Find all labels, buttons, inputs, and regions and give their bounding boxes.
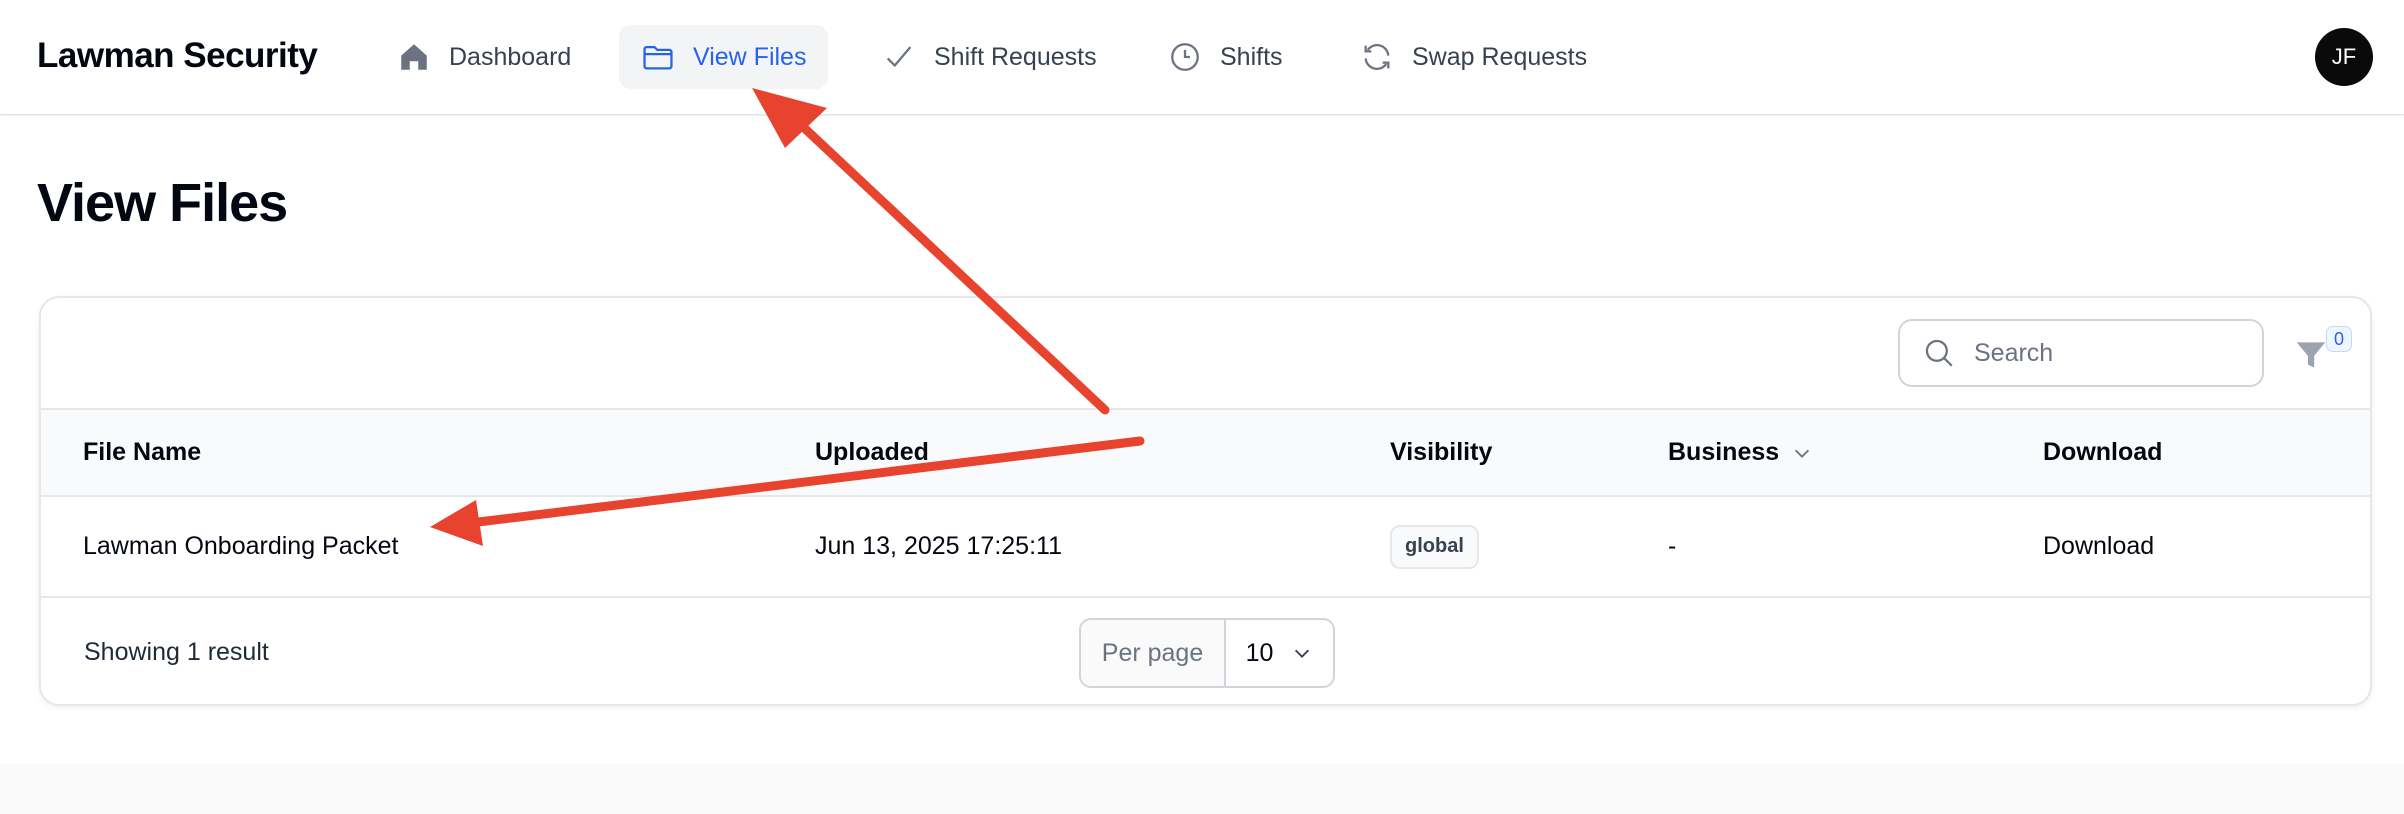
nav-item-dashboard[interactable]: Dashboard (375, 25, 593, 89)
download-link[interactable]: Download (2043, 532, 2154, 561)
nav-item-label: Dashboard (449, 42, 572, 71)
column-header-uploaded: Uploaded (815, 438, 929, 466)
home-icon (401, 44, 427, 70)
cell-download: Download (2043, 497, 2154, 596)
table-header: File Name Uploaded Visibility Business D… (41, 408, 2370, 497)
nav-item-view-files[interactable]: View Files (619, 25, 829, 89)
column-header-label: Business (1668, 438, 1780, 466)
cell-visibility: global (1390, 497, 1479, 596)
visibility-badge: global (1390, 524, 1479, 569)
filter-icon (2296, 342, 2326, 368)
cell-file-name: Lawman Onboarding Packet (83, 532, 399, 560)
page-title: View Files (37, 173, 288, 233)
folder-icon (643, 45, 673, 70)
per-page-value: 10 (1245, 638, 1274, 667)
nav-item-label: Shift Requests (934, 42, 1097, 71)
column-header-visibility: Visibility (1390, 438, 1493, 466)
column-header-file-name: File Name (83, 438, 202, 466)
nav-item-shifts[interactable]: Shifts (1146, 25, 1305, 89)
brand-name[interactable]: Lawman Security (37, 36, 318, 76)
search-icon (1925, 339, 1953, 367)
chevron-down-icon (1795, 449, 1810, 458)
nav-item-label: Swap Requests (1412, 42, 1588, 71)
filter-count-badge: 0 (2326, 326, 2352, 352)
files-table-card: 0 File Name Uploaded Visibility Business… (39, 296, 2372, 706)
check-icon (886, 46, 912, 68)
column-header-download: Download (2043, 438, 2163, 466)
per-page-label: Per page (1081, 620, 1226, 686)
search-box[interactable] (1898, 319, 2264, 387)
result-count: Showing 1 result (84, 637, 269, 666)
column-header-business[interactable]: Business (1668, 410, 1813, 495)
nav-item-label: Shifts (1220, 42, 1283, 71)
per-page-control: Per page 10 (1079, 618, 1335, 688)
user-avatar[interactable]: JF (2315, 28, 2373, 86)
top-navigation-bar: Lawman Security Dashboard View Files Shi… (0, 0, 2404, 115)
nav-item-swap-requests[interactable]: Swap Requests (1338, 25, 1609, 89)
table-row[interactable]: Lawman Onboarding Packet Jun 13, 2025 17… (41, 497, 2370, 598)
clock-icon (1171, 43, 1199, 71)
nav-item-label: View Files (693, 42, 807, 71)
refresh-icon (1364, 44, 1390, 70)
chevron-down-icon (1295, 649, 1310, 658)
page: Lawman Security Dashboard View Files Shi… (0, 0, 2404, 814)
per-page-select[interactable]: 10 (1226, 620, 1333, 686)
cell-business: - (1668, 532, 1677, 560)
search-input[interactable] (1974, 338, 2234, 368)
cell-uploaded: Jun 13, 2025 17:25:11 (815, 532, 1062, 560)
nav-item-shift-requests[interactable]: Shift Requests (860, 25, 1119, 89)
filter-button[interactable]: 0 (2292, 326, 2352, 382)
